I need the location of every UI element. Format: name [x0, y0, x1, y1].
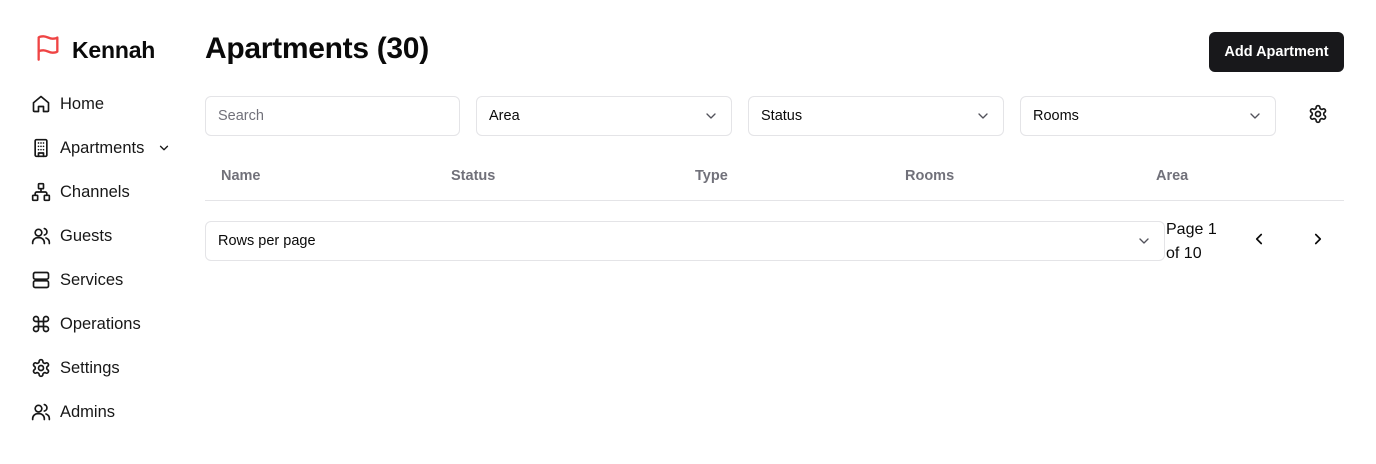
page-title: Apartments (30) — [205, 32, 429, 65]
column-header-rooms[interactable]: Rooms — [905, 168, 954, 184]
sidebar-item-apartments[interactable]: Apartments — [31, 134, 171, 162]
sidebar-item-guests[interactable]: Guests — [31, 222, 112, 250]
column-header-area[interactable]: Area — [1156, 168, 1188, 184]
column-header-type[interactable]: Type — [695, 168, 728, 184]
network-icon — [31, 182, 51, 202]
status-filter-label: Status — [761, 108, 803, 124]
home-icon — [31, 94, 51, 114]
flag-icon — [34, 33, 62, 68]
page-indicator-line1: Page 1 — [1166, 221, 1217, 238]
sidebar-item-label: Services — [60, 270, 124, 289]
sidebar: Kennah Home Apartments Channels Guests S… — [0, 0, 190, 464]
area-filter-select[interactable]: Area — [476, 96, 732, 136]
area-filter-label: Area — [489, 108, 520, 124]
column-header-status[interactable]: Status — [451, 168, 495, 184]
sidebar-item-label: Operations — [60, 314, 141, 333]
next-page-button[interactable] — [1304, 227, 1332, 255]
sidebar-item-channels[interactable]: Channels — [31, 178, 130, 206]
sidebar-item-admins[interactable]: Admins — [31, 398, 115, 426]
users-icon — [31, 226, 51, 246]
gear-icon — [1308, 104, 1328, 129]
page-indicator-line2: of 10 — [1166, 245, 1202, 262]
sidebar-item-label: Home — [60, 94, 105, 113]
sidebar-item-label: Apartments — [60, 138, 145, 157]
sidebar-item-services[interactable]: Services — [31, 266, 123, 294]
sidebar-item-label: Guests — [60, 226, 113, 245]
sidebar-item-label: Admins — [60, 402, 116, 421]
chevron-down-icon — [1247, 108, 1263, 124]
rooms-filter-select[interactable]: Rooms — [1020, 96, 1276, 136]
gear-icon — [31, 358, 51, 378]
rooms-filter-label: Rooms — [1033, 108, 1079, 124]
brand-name: Kennah — [72, 37, 156, 63]
rows-per-page-select[interactable]: Rows per page — [205, 221, 1165, 261]
chevron-right-icon — [1309, 230, 1327, 253]
previous-page-button[interactable] — [1245, 227, 1273, 255]
status-filter-select[interactable]: Status — [748, 96, 1004, 136]
table-settings-button[interactable] — [1304, 102, 1332, 130]
sidebar-item-operations[interactable]: Operations — [31, 310, 141, 338]
rows-per-page-label: Rows per page — [218, 233, 316, 249]
sidebar-item-label: Settings — [60, 358, 120, 377]
server-icon — [31, 270, 51, 290]
sidebar-item-settings[interactable]: Settings — [31, 354, 120, 382]
page-indicator: Page 1 of 10 — [1166, 218, 1236, 266]
chevron-down-icon — [975, 108, 991, 124]
add-apartment-button[interactable]: Add Apartment — [1209, 32, 1344, 72]
chevron-down-icon — [703, 108, 719, 124]
table-header: Name Status Type Rooms Area — [205, 155, 1344, 201]
search-input[interactable] — [205, 96, 460, 136]
chevron-down-icon — [1136, 233, 1152, 249]
users-icon — [31, 402, 51, 422]
column-header-name[interactable]: Name — [221, 168, 261, 184]
chevron-down-icon — [157, 141, 171, 155]
brand[interactable]: Kennah — [34, 33, 155, 68]
sidebar-item-label: Channels — [60, 182, 130, 201]
sidebar-item-home[interactable]: Home — [31, 90, 104, 118]
command-icon — [31, 314, 51, 334]
chevron-left-icon — [1250, 230, 1268, 253]
building-icon — [31, 138, 51, 158]
